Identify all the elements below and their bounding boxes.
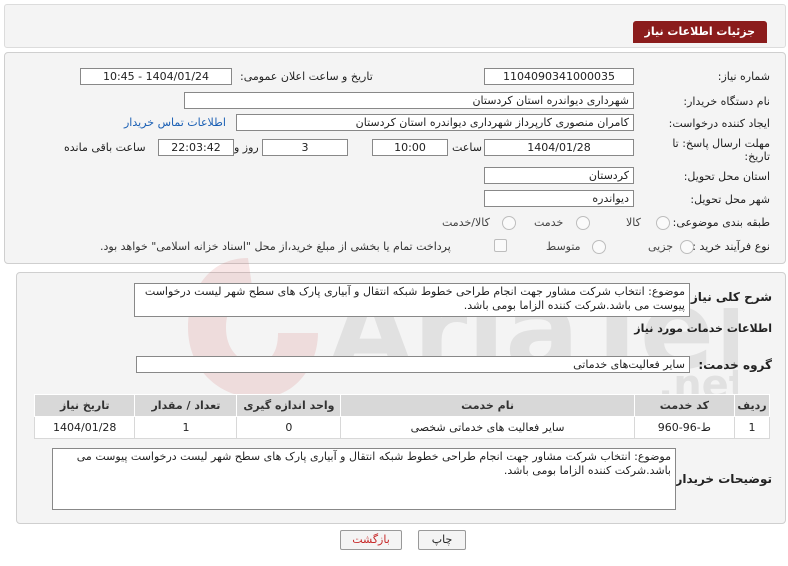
announce-label: تاریخ و ساعت اعلان عمومی:	[240, 70, 373, 83]
service-group-label: گروه خدمت:	[698, 358, 772, 372]
back-button[interactable]: بازگشت	[340, 530, 402, 550]
requester-field: کامران منصوری کارپرداز شهرداری دیواندره …	[236, 114, 634, 131]
province-label: استان محل تحویل:	[683, 170, 770, 183]
deadline-label: مهلت ارسال پاسخ: تا	[672, 137, 770, 150]
cell-service-code: ط-96-960	[633, 416, 736, 439]
table-row: 1404/01/28 1 0 سایر فعالیت های خدماتی شخ…	[33, 416, 770, 439]
summary-label: شرح کلی نیاز:	[686, 290, 772, 304]
page-header: جزئیات اطلاعات نیاز	[4, 4, 786, 48]
buyer-contact-link[interactable]: اطلاعات تماس خریدار	[124, 116, 226, 129]
category-goods-label: کالا	[626, 216, 641, 229]
buyer-org-field: شهرداری دیواندره استان کردستان	[184, 92, 634, 109]
requester-label: ایجاد کننده درخواست:	[668, 117, 770, 130]
page-title: جزئیات اطلاعات نیاز	[632, 21, 767, 43]
cell-service-name: سایر فعالیت های خدماتی شخصی	[340, 416, 635, 439]
col-row: ردیف	[734, 394, 770, 417]
remaining-time-field: 22:03:42	[158, 139, 234, 156]
city-label: شهر محل تحویل:	[690, 193, 770, 206]
announce-field: 1404/01/24 - 10:45	[80, 68, 232, 85]
category-goods-service-label: کالا/خدمت	[442, 216, 490, 229]
category-service-radio[interactable]	[576, 216, 590, 230]
need-number-label: شماره نیاز:	[717, 70, 770, 83]
cell-quantity: 1	[134, 416, 238, 439]
deadline-label-date: تاریخ:	[744, 150, 770, 163]
print-button[interactable]: چاپ	[418, 530, 466, 550]
summary-textarea[interactable]: موضوع: انتخاب شرکت مشاور جهت انجام طراحی…	[134, 283, 690, 317]
deadline-time-label: ساعت	[452, 141, 482, 154]
category-service-label: خدمت	[534, 216, 564, 229]
deadline-date-field: 1404/01/28	[484, 139, 634, 156]
col-date: تاریخ نیاز	[33, 394, 136, 417]
need-number-field: 1104090341000035	[484, 68, 634, 85]
remaining-time-label: ساعت باقی مانده	[64, 141, 146, 154]
province-field: کردستان	[484, 167, 634, 184]
category-goods-service-radio[interactable]	[502, 216, 516, 230]
days-label: روز و	[234, 141, 259, 154]
service-group-field: سایر فعالیت‌های خدماتی	[136, 356, 690, 373]
table-header-row: تاریخ نیاز تعداد / مقدار واحد اندازه گیر…	[33, 394, 770, 417]
buyer-notes-textarea[interactable]: موضوع: انتخاب شرکت مشاور جهت انجام طراحی…	[52, 448, 676, 510]
services-section-title: اطلاعات خدمات مورد نیاز	[634, 322, 772, 335]
deadline-time-field: 10:00	[372, 139, 448, 156]
col-unit: واحد اندازه گیری	[236, 394, 342, 417]
col-service-name: نام خدمت	[340, 394, 635, 417]
cell-row: 1	[734, 416, 770, 439]
buyer-org-label: نام دستگاه خریدار:	[683, 95, 770, 108]
cell-unit: 0	[236, 416, 342, 439]
cell-date: 1404/01/28	[33, 416, 136, 439]
category-goods-radio[interactable]	[656, 216, 670, 230]
category-label: طبقه بندی موضوعی:	[672, 216, 770, 229]
buyer-notes-label: توضیحات خریدار:	[670, 472, 772, 486]
services-table: تاریخ نیاز تعداد / مقدار واحد اندازه گیر…	[33, 394, 770, 439]
days-field: 3	[262, 139, 348, 156]
city-field: دیواندره	[484, 190, 634, 207]
col-service-code: کد خدمت	[633, 394, 736, 417]
col-quantity: تعداد / مقدار	[134, 394, 238, 417]
